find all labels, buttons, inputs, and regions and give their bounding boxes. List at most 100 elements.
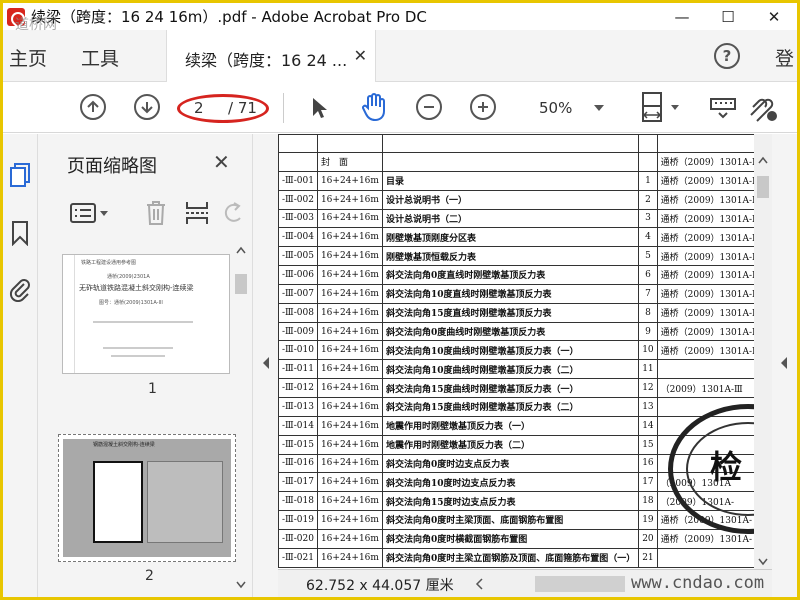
horizontal-scroll-thumb[interactable]: [535, 576, 625, 592]
table-row: [278, 134, 754, 153]
row-title-cell: 斜交法向角15度时边支点反力表: [381, 491, 640, 512]
row-code-cell: -Ⅲ-012: [278, 378, 318, 398]
close-tab-icon[interactable]: ✕: [354, 46, 367, 65]
bookmark-icon[interactable]: [8, 220, 32, 247]
table-row: -Ⅲ-021 16+24+16m 斜交法向角0度时主梁立面钢筋及顶面、底面箍筋布置图…: [278, 547, 754, 568]
rotate-page-icon[interactable]: [224, 200, 244, 228]
thumbnail-scroll-thumb[interactable]: [235, 274, 247, 294]
row-page-cell: 6: [638, 265, 658, 285]
prev-page-icon[interactable]: [80, 94, 106, 120]
row-code-cell: -Ⅲ-005: [278, 246, 318, 267]
collapse-left-icon[interactable]: [262, 357, 270, 369]
expand-right-icon[interactable]: [780, 357, 788, 369]
document-scrollbar[interactable]: [754, 134, 772, 569]
row-page-cell: 15: [638, 434, 658, 455]
right-panel-toggle[interactable]: [772, 134, 797, 597]
row-span-cell: 16+24+16m: [316, 547, 383, 568]
login-button[interactable]: 登: [775, 44, 794, 71]
row-span-cell: 16+24+16m: [316, 453, 383, 474]
zoom-in-icon[interactable]: [470, 94, 496, 120]
doc-scroll-down-icon[interactable]: [758, 558, 768, 566]
document-tab-label: 续梁（跨度：16 24 ...: [185, 51, 348, 70]
tools-tab[interactable]: 工具: [81, 44, 119, 71]
next-page-icon[interactable]: [134, 94, 160, 120]
row-page-cell: 13: [638, 396, 658, 417]
thumb2-visible-region[interactable]: [93, 461, 143, 543]
row-span-cell: 16+24+16m: [316, 189, 383, 210]
table-row: -Ⅲ-011 16+24+16m 斜交法向角10度曲线时刚壁墩基顶反力表（二） 11: [278, 359, 754, 380]
watermark-logo: 道桥网: [15, 17, 57, 33]
select-cursor-icon[interactable]: [309, 95, 329, 121]
keyboard-icon[interactable]: [709, 95, 737, 121]
zoom-level[interactable]: 50%: [539, 99, 572, 117]
zoom-dropdown-icon[interactable]: [593, 103, 605, 113]
hand-icon[interactable]: [359, 92, 389, 122]
thumbnail-panel: 页面缩略图 ✕ 铁路工程建设通用参考图 通桥(2009)2301A 无砟轨道铁路…: [38, 134, 253, 597]
table-row: -Ⅲ-005 16+24+16m 刚壁墩基顶恒载反力表 5 通桥（2009）1301A-…: [278, 246, 754, 267]
doc-scroll-up-icon[interactable]: [758, 156, 768, 164]
row-page-cell: 11: [638, 359, 658, 380]
row-ref-cell: [656, 547, 754, 568]
row-ref-cell: 通桥（2009）1301A-Ⅲ: [656, 302, 754, 323]
row-span-cell: 16+24+16m: [316, 265, 383, 285]
row-page-cell: 8: [638, 302, 658, 323]
toolbar-divider: [283, 93, 284, 123]
panel-splitter[interactable]: [253, 134, 278, 597]
scroll-up-icon[interactable]: [236, 246, 246, 254]
title-bar: 续梁（跨度：16 24 16m）.pdf - Adobe Acrobat Pro…: [3, 3, 797, 30]
main-toolbar: 2 / 71 50%: [3, 83, 797, 133]
delete-page-icon[interactable]: [144, 200, 168, 230]
watermark-url: www.cndao.com: [631, 573, 765, 593]
panel-close-icon[interactable]: ✕: [213, 150, 230, 174]
row-ref-cell: 通桥（2009）1301A-Ⅲ: [656, 189, 754, 210]
scroll-down-icon[interactable]: [236, 581, 246, 589]
page-thumbnails-icon[interactable]: [8, 162, 32, 187]
row-title-cell: 地震作用时刚壁墩基顶反力表（二）: [381, 434, 640, 455]
hscroll-left-icon[interactable]: [475, 578, 483, 590]
thumbnail-scrollbar[interactable]: [234, 246, 248, 591]
table-row: -Ⅲ-002 16+24+16m 设计总说明书（一） 2 通桥（2009）1301A-Ⅲ: [278, 189, 754, 210]
row-code-cell: -Ⅲ-019: [278, 510, 318, 530]
row-page-cell: 1: [638, 170, 658, 191]
row-code-cell: -Ⅲ-010: [278, 340, 318, 361]
thumbnail-toolbar: [38, 192, 253, 234]
zoom-out-icon[interactable]: [416, 94, 442, 120]
minimize-button[interactable]: —: [659, 3, 705, 30]
row-code-cell: -Ⅲ-020: [278, 528, 318, 549]
row-page-cell: 12: [638, 378, 658, 398]
document-view[interactable]: 封 面 通桥（2009）1301A-Ⅲ -Ⅲ-001 16+24+16m 目录 1 通桥…: [278, 134, 754, 569]
row-page-cell: 19: [638, 510, 658, 530]
row-span-cell: 16+24+16m: [316, 359, 383, 380]
row-title-cell: 斜交法向角10度时边支点反力表: [381, 472, 640, 493]
window-title: 续梁（跨度：16 24 16m）.pdf - Adobe Acrobat Pro…: [31, 8, 427, 26]
attachment-icon[interactable]: [8, 276, 32, 303]
page-fit-icon[interactable]: [639, 91, 683, 125]
row-page-cell: 2: [638, 189, 658, 210]
table-row: -Ⅲ-003 16+24+16m 设计总说明书（二） 3 通桥（2009）1301A-Ⅲ: [278, 208, 754, 229]
thumbnail-options-icon[interactable]: [70, 202, 110, 228]
row-ref-cell: 通桥（2009）1301A-Ⅲ: [656, 265, 754, 285]
page-thumbnail-2[interactable]: 钢筋混凝土斜交刚构-连续梁: [58, 434, 236, 562]
thumb1-line-1: 铁路工程建设通用参考图: [81, 260, 137, 266]
document-scroll-thumb[interactable]: [757, 176, 769, 198]
row-span-cell: 16+24+16m: [316, 302, 383, 323]
document-tab[interactable]: 续梁（跨度：16 24 ... ✕: [166, 30, 376, 82]
thumb2-preview: 钢筋混凝土斜交刚构-连续梁: [63, 439, 231, 557]
home-tab[interactable]: 主页: [9, 44, 47, 71]
row-code-cell: -Ⅲ-008: [278, 302, 318, 323]
left-nav-rail: [3, 134, 38, 597]
help-icon[interactable]: ?: [714, 43, 740, 69]
row-title-cell: 设计总说明书（二）: [381, 208, 640, 229]
row-span-cell: 16+24+16m: [316, 170, 383, 191]
row-code-cell: -Ⅲ-016: [278, 453, 318, 474]
sign-icon[interactable]: [747, 93, 779, 123]
close-window-button[interactable]: ✕: [751, 3, 797, 30]
row-title-cell: 刚壁墩基顶恒载反力表: [381, 246, 640, 267]
row-code-cell: -Ⅲ-021: [278, 547, 318, 568]
page-number-input[interactable]: 2: [194, 99, 204, 117]
maximize-button[interactable]: ☐: [705, 3, 751, 30]
page-thumbnail-1[interactable]: 铁路工程建设通用参考图 通桥(2009)2301A 无砟轨道铁路混凝土斜交刚构-…: [62, 254, 230, 374]
window-controls: — ☐ ✕: [659, 3, 797, 30]
row-title-cell: 斜交法向角15度曲线时刚壁墩基顶反力表（一）: [381, 378, 640, 398]
extract-page-icon[interactable]: [184, 200, 210, 230]
